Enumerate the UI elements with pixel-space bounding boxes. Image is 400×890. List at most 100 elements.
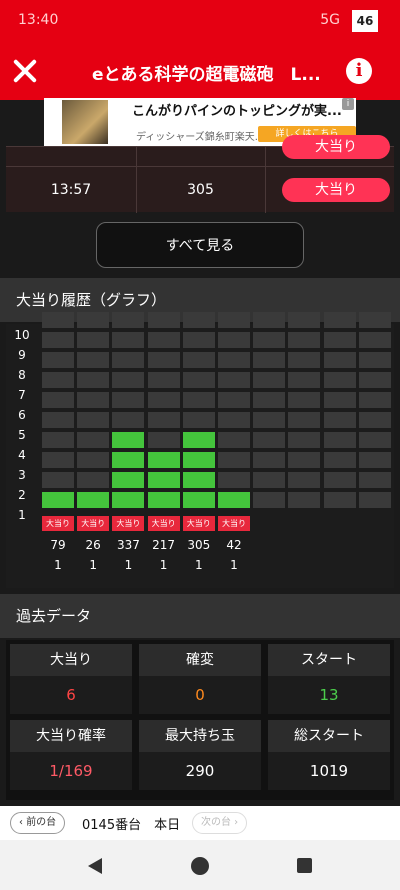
hit-badge: 大当り	[282, 135, 390, 159]
empty-cell	[42, 372, 74, 388]
empty-cell	[253, 352, 286, 368]
empty-cell	[42, 452, 74, 468]
empty-cell	[253, 312, 286, 328]
back-icon[interactable]	[88, 858, 102, 874]
stat-hit-probability: 大当り確率 1/169	[10, 720, 132, 790]
prev-machine-button[interactable]: ‹ 前の台	[10, 812, 66, 834]
empty-cell	[42, 412, 74, 428]
empty-cell	[288, 312, 321, 328]
bar-badge: 大当り	[112, 516, 145, 531]
ad-title: こんがりパインのトッピングが実...	[132, 104, 342, 119]
empty-cell	[323, 452, 356, 468]
see-all-button[interactable]: すべて見る	[96, 222, 304, 268]
bar-segment	[147, 472, 180, 488]
status-time: 13:40	[18, 12, 59, 28]
hit-history-chart: 10 9 8 7 6 5 4 3 2 1 大当り 79 1 大当り 26 1 大当り 337 1 大当り 217 1 大当り…	[6, 312, 394, 588]
empty-cell	[77, 392, 110, 408]
recents-icon[interactable]	[297, 858, 312, 873]
empty-cell	[358, 332, 391, 348]
empty-cell	[182, 412, 215, 428]
page-title: eとある科学の超電磁砲 L...	[92, 65, 321, 85]
ad-thumbnail	[62, 100, 108, 144]
bar-start-value: 79	[50, 538, 66, 552]
bar-segment	[182, 492, 215, 508]
empty-cell	[42, 332, 74, 348]
empty-cell	[288, 452, 321, 468]
system-nav-bar	[0, 840, 400, 890]
bar-segment	[218, 492, 250, 508]
info-icon[interactable]: i	[346, 58, 372, 84]
y-tick-label: 6	[18, 408, 26, 422]
empty-cell	[218, 372, 250, 388]
past-data-section-title: 過去データ	[0, 594, 400, 638]
status-bar: 13:40 5G 46	[0, 0, 400, 44]
stat-value: 1019	[268, 752, 390, 790]
empty-cell	[182, 332, 215, 348]
empty-cell	[323, 312, 356, 328]
empty-cell	[253, 492, 286, 508]
stat-label: スタート	[268, 644, 390, 676]
empty-cell	[112, 352, 145, 368]
empty-cell	[358, 452, 391, 468]
bar-badge: 大当り	[42, 516, 74, 531]
bar-badge: 大当り	[218, 516, 250, 531]
empty-cell	[147, 412, 180, 428]
y-tick-label: 2	[18, 488, 26, 502]
empty-cell	[218, 452, 250, 468]
stat-hits: 大当り 6	[10, 644, 132, 714]
bar-start-value: 217	[152, 538, 176, 552]
stat-value: 1/169	[10, 752, 132, 790]
empty-cell	[112, 392, 145, 408]
empty-cell	[288, 472, 321, 488]
bar-segment	[147, 452, 180, 468]
signal-indicator: 5G	[320, 12, 340, 28]
empty-cell	[42, 392, 74, 408]
empty-cell	[218, 412, 250, 428]
empty-cell	[358, 352, 391, 368]
empty-cell	[218, 432, 250, 448]
app-header: eとある科学の超電磁砲 L... i	[0, 44, 400, 100]
empty-cell	[358, 412, 391, 428]
empty-cell	[358, 392, 391, 408]
stat-value: 0	[139, 676, 261, 714]
empty-cell	[288, 392, 321, 408]
empty-cell	[323, 332, 356, 348]
empty-cell	[323, 432, 356, 448]
stat-kakuhen: 確変 0	[139, 644, 261, 714]
empty-cell	[323, 412, 356, 428]
empty-cell	[77, 312, 110, 328]
ad-info-icon[interactable]: i	[342, 98, 354, 110]
close-icon[interactable]	[12, 58, 38, 84]
y-tick-label: 5	[18, 428, 26, 442]
empty-cell	[323, 492, 356, 508]
bar-segment	[77, 492, 110, 508]
table-row: 13:57 305 大当り	[6, 166, 394, 213]
bar-segment	[112, 492, 145, 508]
empty-cell	[253, 332, 286, 348]
bar-start-value: 26	[85, 538, 101, 552]
bar-segment	[112, 452, 145, 468]
empty-cell	[112, 412, 145, 428]
bar-segment	[182, 472, 215, 488]
home-icon[interactable]	[191, 857, 209, 875]
empty-cell	[77, 472, 110, 488]
bar-start-value: 337	[116, 538, 140, 552]
bar-segment	[42, 492, 74, 508]
bar-start-value: 42	[226, 538, 242, 552]
empty-cell	[253, 392, 286, 408]
empty-cell	[77, 352, 110, 368]
empty-cell	[147, 312, 180, 328]
bar-count-value: 1	[159, 558, 168, 572]
empty-cell	[218, 392, 250, 408]
machine-nav-bar: ‹ 前の台 0145番台 本日 次の台 ›	[0, 806, 400, 840]
past-data-grid: 大当り 6 確変 0 スタート 13 大当り確率 1/169 最大持ち玉 290…	[6, 640, 394, 800]
machine-label: 0145番台	[82, 818, 142, 833]
empty-cell	[288, 432, 321, 448]
empty-cell	[288, 332, 321, 348]
empty-cell	[147, 392, 180, 408]
empty-cell	[358, 432, 391, 448]
empty-cell	[147, 372, 180, 388]
next-machine-button[interactable]: 次の台 ›	[192, 812, 248, 834]
bar-count-value: 1	[54, 558, 62, 572]
empty-cell	[218, 472, 250, 488]
